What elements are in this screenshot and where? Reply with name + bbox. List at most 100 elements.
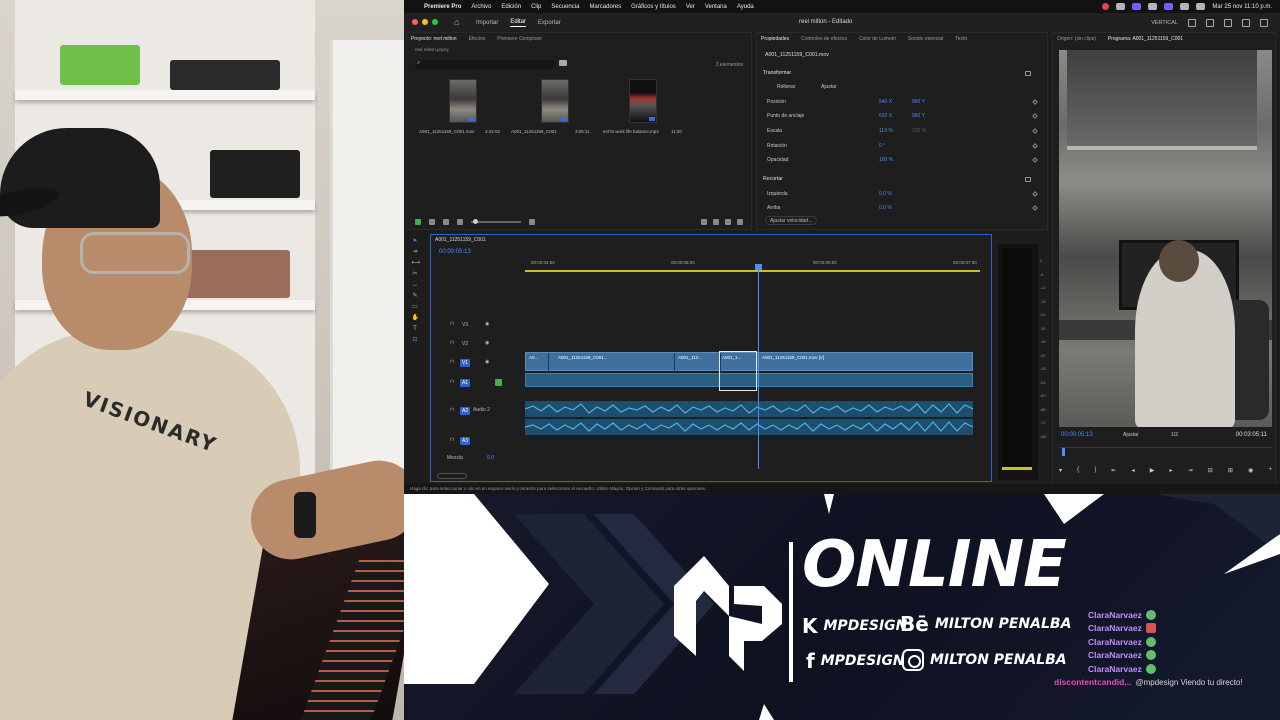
menu-ventana[interactable]: Ventana	[705, 4, 727, 10]
go-to-out-icon[interactable]: ⇥	[1188, 467, 1193, 477]
thumbnail-zoom-slider[interactable]	[471, 219, 521, 224]
tray-icon[interactable]	[1116, 3, 1126, 10]
eye-icon[interactable]: ◉	[485, 359, 489, 365]
tab-sonido-esencial[interactable]: Sonido esencial	[908, 36, 943, 42]
fullscreen-icon[interactable]	[1224, 18, 1232, 27]
zoom-select[interactable]: Ajustar	[1123, 432, 1139, 438]
keyframe-icon[interactable]	[1032, 205, 1038, 211]
menu-icon[interactable]	[1242, 18, 1250, 27]
tab-exportar[interactable]: Exportar	[538, 20, 561, 26]
extract-icon[interactable]: ⊞	[1228, 467, 1233, 477]
tab-propiedades[interactable]: Propiedades	[761, 36, 789, 42]
project-search-input[interactable]: ⌕	[415, 60, 555, 69]
mute-toggle[interactable]	[495, 379, 502, 386]
play-icon[interactable]: ▶	[1150, 467, 1155, 477]
keyframe-icon[interactable]	[1032, 128, 1038, 134]
share-icon[interactable]	[1206, 18, 1214, 27]
tab-program[interactable]: Programa: A001_11251159_C001	[1108, 36, 1183, 42]
sort-icon[interactable]	[529, 219, 535, 225]
clip-thumbnail[interactable]	[629, 79, 657, 123]
timeline-timecode[interactable]: 00:00:05:13	[439, 249, 471, 255]
selected-clip[interactable]	[719, 351, 757, 391]
track-name[interactable]: A2	[460, 407, 470, 415]
audio-waveform-a2[interactable]	[525, 401, 973, 417]
prop-value-x[interactable]: 540 X	[879, 99, 892, 105]
mix-value[interactable]: 0.0	[487, 455, 494, 461]
step-forward-icon[interactable]: ▸	[1169, 467, 1172, 477]
pen-tool-icon[interactable]: ✎	[412, 293, 419, 300]
menu-ver[interactable]: Ver	[686, 4, 695, 10]
help-icon[interactable]	[1260, 18, 1268, 27]
trash-icon[interactable]	[737, 219, 743, 225]
timeline-playhead[interactable]	[755, 264, 762, 469]
keyframe-icon[interactable]	[1032, 143, 1038, 149]
menu-secuencia[interactable]: Secuencia	[551, 4, 579, 10]
project-clip[interactable]: A001_11251159_C001.mov 3:42:02	[419, 79, 505, 139]
crop-section[interactable]: Recortar	[763, 176, 783, 182]
track-name[interactable]: V1	[460, 359, 470, 367]
timeline-zoom-scrollbar[interactable]	[437, 473, 467, 479]
fit-button[interactable]: Ajustar	[821, 84, 861, 92]
track-select-icon[interactable]: ⇥	[412, 249, 419, 256]
selection-tool-icon[interactable]: ➤	[412, 238, 419, 245]
keyframe-icon[interactable]	[1032, 113, 1038, 119]
resolution-select[interactable]: 1/2	[1171, 432, 1178, 438]
close-window-button[interactable]	[412, 19, 418, 25]
tab-importar[interactable]: Importar	[476, 20, 498, 26]
clip-thumbnail[interactable]	[541, 79, 569, 123]
menu-app-name[interactable]: Premiere Pro	[424, 4, 461, 10]
tab-texto[interactable]: Texto	[955, 36, 967, 42]
tray-app-icon[interactable]	[1164, 3, 1174, 10]
hand-tool-icon[interactable]: ✋	[412, 315, 419, 322]
program-timecode[interactable]: 00:00:05:13	[1061, 432, 1093, 438]
track-name[interactable]: V3	[460, 321, 470, 329]
zoom-window-button[interactable]	[432, 19, 438, 25]
menu-clip[interactable]: Clip	[531, 4, 541, 10]
menu-graficos[interactable]: Gráficos y títulos	[631, 4, 676, 10]
keyframe-icon[interactable]	[1032, 99, 1038, 105]
prop-value[interactable]: 0.0 %	[879, 191, 892, 197]
prop-value-secondary[interactable]: 100 %	[912, 128, 926, 134]
lock-icon[interactable]: ⊓	[450, 437, 454, 443]
type-tool-icon[interactable]: T	[412, 326, 419, 333]
tab-editar[interactable]: Editar	[510, 19, 527, 27]
tab-efectos[interactable]: Efectos	[469, 36, 486, 42]
project-clip[interactable]: est?a work life balance.mp4 11:20	[603, 79, 689, 139]
new-bin-icon[interactable]	[559, 60, 567, 66]
lock-icon[interactable]: ⊓	[450, 321, 454, 327]
export-frame-icon[interactable]: ◉	[1248, 467, 1253, 477]
reset-icon[interactable]	[1025, 177, 1031, 182]
prop-value[interactable]: 113 %	[879, 128, 893, 134]
prop-value[interactable]: 0 °	[879, 143, 885, 149]
transform-section[interactable]: Transformar	[763, 70, 791, 76]
ripple-edit-icon[interactable]: ⟷	[412, 260, 421, 267]
new-bin-icon[interactable]	[713, 219, 719, 225]
work-area-bar[interactable]	[525, 270, 980, 272]
program-scrubber[interactable]	[1059, 447, 1272, 457]
tray-app-icon[interactable]	[1132, 3, 1142, 10]
out-point-icon[interactable]: }	[1094, 467, 1096, 477]
plus-icon[interactable]: +	[1268, 467, 1272, 477]
project-clip[interactable]: A001_11251159_C001 3:05:11	[511, 79, 597, 139]
slip-tool-icon[interactable]: ↔	[412, 282, 419, 289]
track-name[interactable]: A3	[460, 437, 470, 445]
program-video-frame[interactable]	[1059, 50, 1272, 427]
eye-icon[interactable]: ◉	[485, 340, 489, 346]
clip-edit-point[interactable]	[548, 353, 549, 372]
home-icon[interactable]: ⌂	[454, 17, 464, 27]
icon-view-icon[interactable]	[443, 219, 449, 225]
battery-icon[interactable]	[1148, 3, 1158, 10]
clip-edit-point[interactable]	[674, 353, 675, 372]
prop-value[interactable]: 0.0 %	[879, 205, 892, 211]
prop-value-y[interactable]: 960 Y	[912, 99, 925, 105]
menubar-clock[interactable]: Mar 25 nov 11:10 p.m.	[1212, 4, 1272, 10]
tab-controles-efectos[interactable]: Controles de efectos	[801, 36, 847, 42]
track-name[interactable]: A1	[460, 379, 470, 387]
in-point-icon[interactable]: {	[1077, 467, 1079, 477]
track-label[interactable]: Audio 2	[473, 407, 490, 413]
layout-label[interactable]: VERTICAL	[1151, 20, 1178, 26]
audio-waveform-a2-right[interactable]	[525, 419, 973, 435]
menu-marcadores[interactable]: Marcadores	[589, 4, 621, 10]
menu-ayuda[interactable]: Ayuda	[737, 4, 754, 10]
wifi-icon[interactable]	[1180, 3, 1190, 10]
